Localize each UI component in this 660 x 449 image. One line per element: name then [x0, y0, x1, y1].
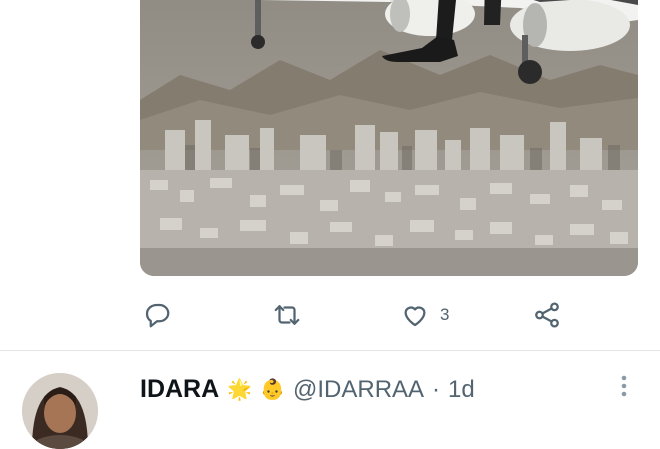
user-handle[interactable]: @IDARRAA: [293, 376, 424, 404]
baby-emoji: 👶: [260, 378, 285, 401]
like-icon: [404, 306, 426, 327]
tweet-media-image[interactable]: [140, 0, 638, 276]
retweet-icon: [274, 305, 300, 325]
sparkle-emoji: 🌟: [227, 378, 253, 401]
next-tweet[interactable]: IDARA 🌟 👶 @IDARRAA · 1d: [0, 351, 660, 449]
reply-icon: [145, 303, 170, 328]
separator-dot: ·: [432, 375, 441, 403]
avatar[interactable]: [22, 373, 98, 449]
like-button[interactable]: 3: [400, 294, 449, 336]
share-icon: [535, 302, 559, 328]
timestamp[interactable]: 1d: [448, 376, 475, 404]
more-options-button[interactable]: [612, 373, 636, 401]
airplane-city-photo: [140, 0, 638, 276]
share-button[interactable]: [532, 294, 562, 336]
avatar-photo: [22, 373, 98, 449]
reply-button[interactable]: [142, 294, 172, 336]
like-count: 3: [440, 305, 450, 324]
more-vertical-icon: [621, 375, 627, 397]
tweet-action-bar: 3: [140, 294, 580, 336]
retweet-button[interactable]: [272, 294, 302, 336]
